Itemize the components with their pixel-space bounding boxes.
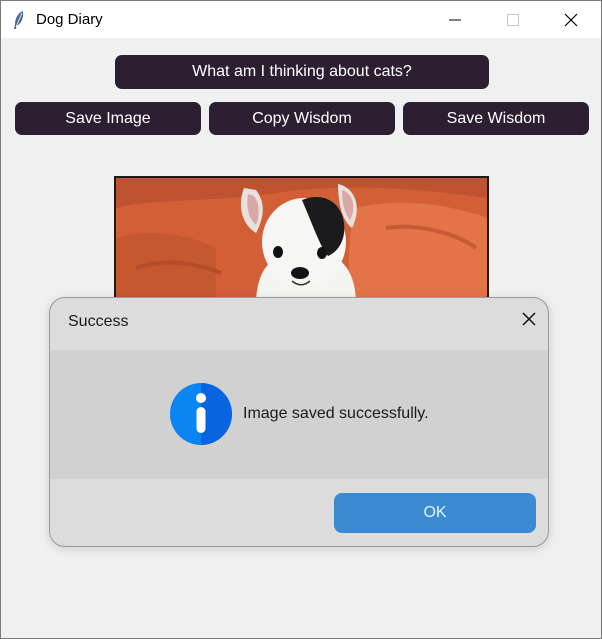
close-icon bbox=[564, 13, 578, 26]
success-dialog: Success Image saved successfully. OK bbox=[49, 297, 549, 547]
window-title: Dog Diary bbox=[36, 11, 103, 28]
minimize-icon bbox=[449, 19, 461, 20]
title-bar: Dog Diary bbox=[1, 1, 601, 38]
copy-wisdom-button[interactable]: Copy Wisdom bbox=[209, 102, 395, 135]
dog-photo-illustration bbox=[116, 178, 487, 304]
app-window: Dog Diary What am I thinking about cats?… bbox=[0, 0, 602, 639]
maximize-icon bbox=[507, 13, 519, 26]
dog-photo bbox=[114, 176, 489, 306]
minimize-button[interactable] bbox=[432, 1, 478, 38]
close-icon[interactable] bbox=[520, 310, 538, 328]
feather-icon bbox=[14, 11, 24, 29]
think-about-cats-button[interactable]: What am I thinking about cats? bbox=[115, 55, 489, 89]
close-button[interactable] bbox=[548, 1, 594, 38]
dialog-body: Image saved successfully. bbox=[50, 350, 548, 479]
info-icon bbox=[170, 383, 232, 445]
dialog-message: Image saved successfully. bbox=[243, 405, 429, 422]
ok-button[interactable]: OK bbox=[334, 493, 536, 533]
dialog-title: Success bbox=[68, 313, 129, 330]
maximize-button[interactable] bbox=[490, 1, 536, 38]
save-image-button[interactable]: Save Image bbox=[15, 102, 201, 135]
save-wisdom-button[interactable]: Save Wisdom bbox=[403, 102, 589, 135]
